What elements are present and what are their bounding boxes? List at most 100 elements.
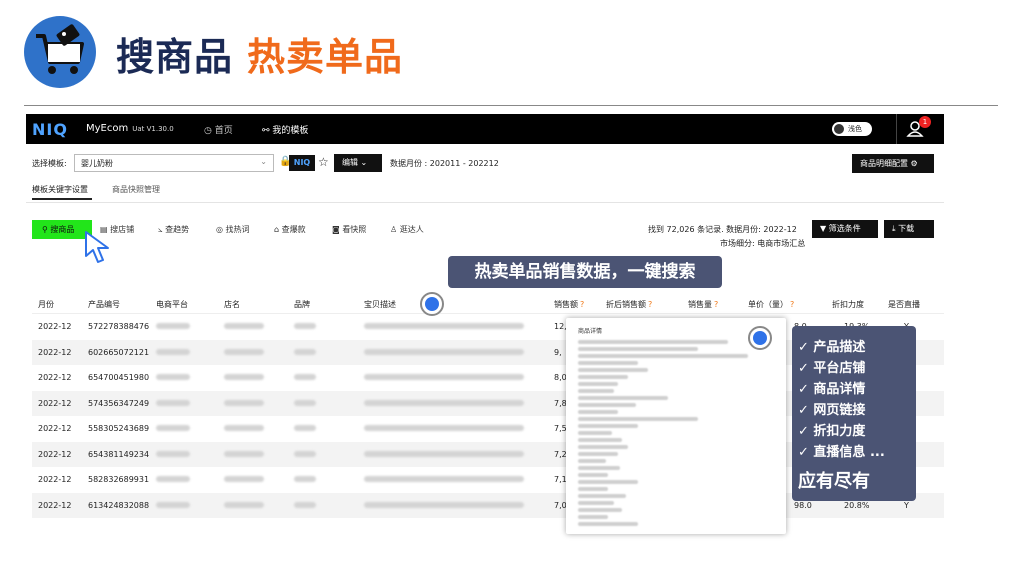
- top-navbar: NIQ MyEcom Uat V1.30.0 ◷ 首页 ⚯ 我的模板 浅色 1: [26, 114, 944, 144]
- trend-button[interactable]: ⦣ 查趋势: [158, 224, 189, 235]
- col-header[interactable]: 电商平台: [156, 299, 188, 310]
- col-header[interactable]: 折后销售额?: [606, 299, 652, 310]
- feature-item: ✓ 平台店铺: [798, 361, 866, 376]
- blurred-text: [578, 508, 622, 512]
- blurred-text: [578, 480, 638, 484]
- blurred-text: [224, 323, 264, 329]
- help-icon[interactable]: ?: [580, 300, 584, 309]
- cell-description: [364, 348, 524, 357]
- template-select-value: 婴儿奶粉: [81, 159, 113, 168]
- cell-brand: [294, 322, 316, 331]
- user-button[interactable]: 1: [896, 114, 944, 144]
- feature-item: ✓ 直播信息 ...: [798, 445, 885, 460]
- blurred-text: [224, 476, 264, 482]
- eye-icon: ◎: [216, 225, 226, 234]
- slide: 搜商品 热卖单品 NIQ MyEcom Uat V1.30.0 ◷ 首页 ⚯ 我的模…: [0, 0, 1024, 576]
- col-header[interactable]: 折扣力度: [832, 299, 864, 310]
- blurred-text: [224, 374, 264, 380]
- shopping-cart-tag-icon: [24, 16, 96, 88]
- edit-button[interactable]: 编辑 ⌄: [334, 154, 382, 172]
- cell-sales: 9,: [554, 347, 562, 357]
- filter-button[interactable]: ▼ 筛选条件: [812, 220, 878, 238]
- blurred-text: [578, 522, 638, 526]
- col-header[interactable]: 店名: [224, 299, 240, 310]
- hot-items-label: 查爆款: [281, 225, 306, 234]
- snapshot-button[interactable]: ◙ 看快照: [332, 224, 366, 235]
- cell-month: 2022-12: [38, 424, 72, 433]
- cell-month: 2022-12: [38, 475, 72, 484]
- template-select[interactable]: 婴儿奶粉 ⌄: [74, 154, 274, 172]
- help-icon[interactable]: ?: [648, 300, 652, 309]
- col-header[interactable]: 单价（量）?: [748, 299, 794, 310]
- chevron-down-icon: ⌄: [260, 157, 267, 166]
- blurred-text: [364, 348, 524, 355]
- cell-shop: [224, 348, 264, 357]
- col-header[interactable]: 产品编号: [88, 299, 120, 310]
- divider: [24, 105, 998, 106]
- blurred-text: [578, 494, 626, 498]
- col-header[interactable]: 月份: [38, 299, 54, 310]
- blurred-text: [294, 476, 316, 482]
- search-goods-button[interactable]: ⚲ 搜商品: [32, 220, 92, 239]
- cell-product-id: 654700451980: [88, 373, 150, 382]
- tab-snapshot-management[interactable]: 商品快照管理: [112, 184, 160, 195]
- trend-label: 查趋势: [165, 225, 190, 234]
- blurred-text: [578, 403, 636, 407]
- app-name: MyEcom Uat V1.30.0: [86, 123, 174, 134]
- cell-shop: [224, 424, 264, 433]
- blurred-text: [156, 348, 190, 355]
- blurred-text: [578, 466, 620, 470]
- feature-item: ✓ 网页链接: [798, 403, 866, 418]
- cell-sales: 8,0: [554, 373, 567, 382]
- theme-toggle[interactable]: 浅色: [832, 122, 872, 136]
- blurred-text: [578, 354, 748, 358]
- blurred-text: [578, 389, 614, 393]
- cell-description: [364, 501, 524, 510]
- nav-my-template[interactable]: ⚯ 我的模板: [262, 123, 308, 136]
- cell-month: 2022-12: [38, 449, 72, 459]
- blurred-text: [364, 399, 524, 406]
- col-header[interactable]: 是否直播: [888, 299, 920, 310]
- highlight-dot: [420, 292, 444, 316]
- blurred-text: [578, 347, 698, 351]
- hot-words-button[interactable]: ◎ 找热词: [216, 224, 250, 235]
- cell-brand: [294, 501, 316, 510]
- download-button[interactable]: ⤓ 下载: [884, 220, 934, 238]
- gear-icon: ⚙: [910, 159, 918, 168]
- blurred-text: [364, 450, 524, 457]
- influencer-button[interactable]: ♙ 逛达人: [390, 224, 424, 235]
- col-header[interactable]: 销售额?: [554, 299, 584, 310]
- cell-description: [364, 373, 524, 382]
- template-bar: 选择模板: 婴儿奶粉 ⌄ 🔒 NIQ ☆ 编辑 ⌄ 数据月份 : 202011 …: [26, 154, 944, 174]
- data-month-small: 数据月份: 2022-12: [726, 225, 797, 234]
- search-goods-label: 搜商品: [50, 225, 75, 234]
- feature-list: ✓ 产品描述 ✓ 平台店铺 ✓ 商品详情 ✓ 网页链接 ✓ 折扣力度 ✓ 直播信…: [792, 326, 916, 501]
- download-label: 下载: [898, 224, 915, 233]
- col-header[interactable]: 品牌: [294, 299, 310, 310]
- col-header[interactable]: 销售量?: [688, 299, 718, 310]
- star-icon[interactable]: ☆: [318, 155, 329, 169]
- blurred-text: [294, 425, 316, 431]
- data-month: 数据月份 : 202011 - 202212: [390, 159, 499, 168]
- cell-live: Y: [904, 500, 909, 510]
- tab-keyword-settings[interactable]: 模板关键字设置: [32, 184, 88, 195]
- hot-items-button[interactable]: ⌂ 查爆款: [274, 224, 306, 235]
- feature-text: 平台店铺: [813, 361, 866, 376]
- col-header[interactable]: 宝贝描述: [364, 299, 396, 310]
- help-icon[interactable]: ?: [790, 300, 794, 309]
- help-icon[interactable]: ?: [714, 300, 718, 309]
- blurred-text: [294, 501, 316, 508]
- nav-home[interactable]: ◷ 首页: [204, 123, 233, 136]
- col-header-text: 销售额: [554, 300, 578, 309]
- cell-platform: [156, 424, 190, 433]
- tab-underline: [32, 198, 92, 200]
- cell-shop: [224, 399, 264, 408]
- blurred-text: [578, 375, 628, 379]
- col-header-text: 销售量: [688, 300, 712, 309]
- cell-product-id: 558305243689: [88, 424, 150, 433]
- brand-logo[interactable]: NIQ: [32, 120, 68, 139]
- home-icon: ⌂: [274, 225, 282, 234]
- blurred-text: [364, 476, 524, 482]
- config-button[interactable]: 商品明细配置 ⚙: [852, 154, 934, 173]
- blurred-text: [364, 374, 524, 380]
